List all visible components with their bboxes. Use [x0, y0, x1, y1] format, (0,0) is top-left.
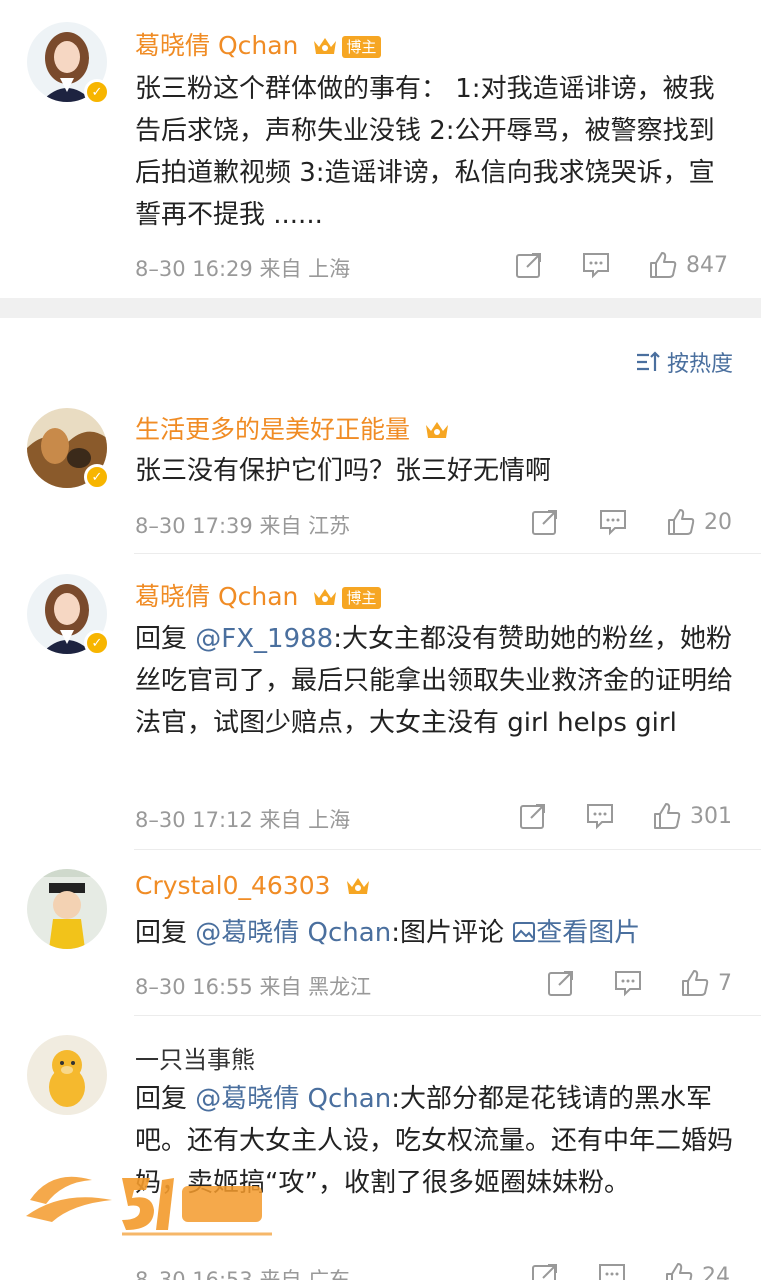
like-count: 24 — [702, 1263, 730, 1280]
mention-link[interactable]: @FX_1988 — [195, 624, 333, 654]
like-count: 20 — [704, 509, 732, 535]
author-name[interactable]: 一只当事熊 — [135, 1040, 255, 1075]
image-icon — [512, 920, 536, 944]
comment-body: :图片评论 — [391, 918, 513, 948]
divider — [134, 553, 761, 554]
post-actions: 847 — [514, 250, 728, 280]
author-name-text[interactable]: 一只当事熊 — [135, 1046, 255, 1074]
divider — [134, 849, 761, 850]
share-icon[interactable] — [530, 507, 560, 537]
mention-link[interactable]: @葛晓倩 Qchan — [195, 1084, 391, 1114]
like-icon[interactable] — [664, 1261, 694, 1280]
crown-icon — [312, 35, 338, 57]
like-icon[interactable] — [652, 801, 682, 831]
verified-icon: ✓ — [84, 630, 110, 656]
share-icon[interactable] — [518, 801, 548, 831]
share-icon[interactable] — [546, 968, 576, 998]
sort-label[interactable]: 按热度 — [667, 346, 733, 378]
author-name-text[interactable]: 葛晓倩 Qchan — [135, 582, 298, 611]
reply-prefix: 回复 — [135, 624, 196, 654]
sort-toggle[interactable]: 按热度 — [635, 346, 733, 378]
like-icon[interactable] — [666, 507, 696, 537]
blogger-badge-label: 博主 — [342, 587, 382, 609]
comment-meta: 8–30 16:53 来自 广东 — [135, 1268, 351, 1280]
reply-prefix: 回复 — [135, 1084, 196, 1114]
crown-icon — [312, 586, 338, 608]
blogger-badge-label: 博主 — [342, 36, 382, 58]
verified-icon: ✓ — [84, 79, 110, 105]
share-icon[interactable] — [530, 1261, 560, 1280]
comment-icon[interactable] — [581, 250, 611, 280]
author-name-text[interactable]: 葛晓倩 Qchan — [135, 31, 298, 60]
author-name[interactable]: Crystal0_46303 — [135, 871, 371, 900]
author-name[interactable]: 葛晓倩 Qchan 博主 — [135, 577, 382, 613]
comment-icon[interactable] — [598, 507, 628, 537]
verified-icon: ✓ — [84, 464, 110, 490]
crown-icon — [424, 419, 450, 441]
like-icon[interactable] — [680, 968, 710, 998]
avatar[interactable] — [27, 1035, 107, 1115]
post-meta: 8–30 16:29 来自 上海 — [135, 257, 351, 281]
like-count: 301 — [690, 803, 732, 829]
crown-icon — [345, 875, 371, 897]
like-count: 7 — [718, 970, 732, 996]
comment-meta: 8–30 16:55 来自 黑龙江 — [135, 975, 372, 999]
mention-link[interactable]: @葛晓倩 Qchan — [195, 918, 391, 948]
sort-icon — [635, 349, 661, 375]
comment-actions: 301 — [518, 801, 732, 831]
blogger-badge: 博主 — [342, 587, 382, 609]
author-name-text[interactable]: Crystal0_46303 — [135, 871, 331, 900]
comment-meta: 8–30 17:39 来自 江苏 — [135, 514, 351, 538]
blogger-badge: 博主 — [342, 36, 382, 58]
comment-icon[interactable] — [585, 801, 615, 831]
comment-text: 回复 @葛晓倩 Qchan:大部分都是花钱请的黑水军吧。还有大女主人设，吃女权流… — [135, 1078, 735, 1204]
comment-text: 张三没有保护它们吗？张三好无情啊 — [135, 456, 552, 486]
divider — [134, 1015, 761, 1016]
comment-meta: 8–30 17:12 来自 上海 — [135, 808, 351, 832]
like-count: 847 — [686, 252, 728, 278]
share-icon[interactable] — [514, 250, 544, 280]
comment-text: 回复 @葛晓倩 Qchan:图片评论 查看图片 — [135, 912, 745, 954]
comment-actions: 7 — [546, 968, 732, 998]
author-name-text[interactable]: 生活更多的是美好正能量 — [135, 415, 410, 444]
author-name[interactable]: 葛晓倩 Qchan 博主 — [135, 26, 382, 62]
reply-prefix: 回复 — [135, 918, 196, 948]
view-image-link[interactable]: 查看图片 — [512, 918, 640, 948]
comment-actions: 20 — [530, 507, 732, 537]
comment-text: 回复 @FX_1988:大女主都没有赞助她的粉丝，她粉丝吃官司了，最后只能拿出领… — [135, 618, 735, 744]
comment-icon[interactable] — [613, 968, 643, 998]
comment-actions: 24 — [530, 1261, 730, 1280]
view-image-label[interactable]: 查看图片 — [536, 918, 640, 948]
avatar[interactable] — [27, 869, 107, 949]
author-name[interactable]: 生活更多的是美好正能量 — [135, 410, 450, 446]
section-divider — [0, 298, 761, 318]
comment-icon[interactable] — [597, 1261, 627, 1280]
post-text: 张三粉这个群体做的事有： 1:对我造谣诽谤，被我告后求饶，声称失业没钱 2:公开… — [135, 74, 715, 230]
like-icon[interactable] — [648, 250, 678, 280]
